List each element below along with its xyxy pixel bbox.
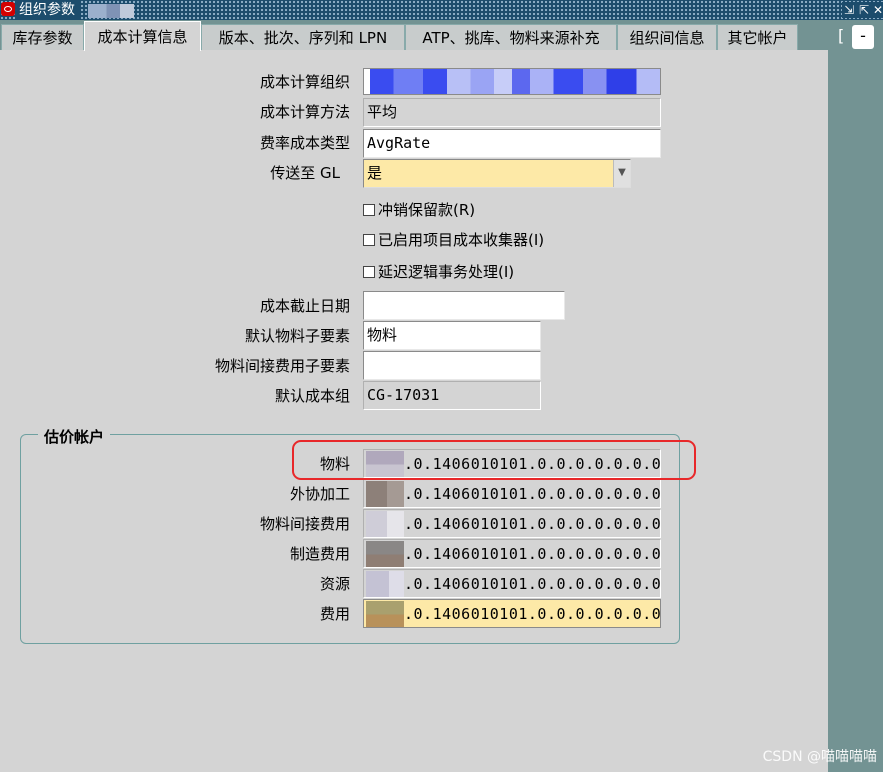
acct-field-material-overhead[interactable]: .0.1406010101.0.0.0.0.0.0.0 xyxy=(363,509,661,538)
redacted-segment xyxy=(366,601,404,627)
watermark: CSDN @喵喵喵喵 xyxy=(762,749,877,765)
project-cost-collector-checkbox[interactable]: 已启用项目成本收集器(I) xyxy=(363,230,544,250)
material-subelement-field[interactable]: 物料 xyxy=(363,321,541,350)
cost-method-field[interactable]: 平均 xyxy=(363,98,661,127)
checkbox-icon[interactable] xyxy=(363,204,375,216)
cost-method-label: 成本计算方法 xyxy=(259,103,350,121)
tab-costing[interactable]: 成本计算信息 xyxy=(84,21,201,51)
title-redacted xyxy=(88,4,134,18)
cost-org-field[interactable] xyxy=(363,68,661,95)
transfer-gl-value: 是 xyxy=(367,164,383,182)
close-icon[interactable]: ✕ xyxy=(871,2,883,18)
minimize-icon[interactable]: ⇲ xyxy=(842,2,856,18)
tab-list-button[interactable]: - xyxy=(852,25,874,49)
redacted-segment xyxy=(366,541,404,567)
acct-value: .0.1406010101.0.0.0.0.0.0.0 xyxy=(404,515,661,533)
project-cost-collector-label: 已启用项目成本收集器(I) xyxy=(378,231,545,249)
acct-label-overhead: 制造费用 xyxy=(289,545,350,563)
acct-field-outside-processing[interactable]: .0.1406010101.0.0.0.0.0.0.0 xyxy=(363,479,661,508)
tab-other-accounts[interactable]: 其它帐户 xyxy=(717,24,798,50)
acct-label-outside-processing: 外协加工 xyxy=(289,485,350,503)
acct-label-resource: 资源 xyxy=(319,575,350,593)
checkbox-icon[interactable] xyxy=(363,234,375,246)
cutoff-date-field[interactable] xyxy=(363,291,565,320)
cost-group-field[interactable]: CG-17031 xyxy=(363,381,541,410)
acct-field-overhead[interactable]: .0.1406010101.0.0.0.0.0.0.0 xyxy=(363,539,661,568)
cutoff-date-label: 成本截止日期 xyxy=(259,297,350,315)
valuation-accounts-title: 估价帐户 xyxy=(38,426,111,447)
defer-logical-txn-label: 延迟逻辑事务处理(I) xyxy=(378,263,515,281)
tab-scroll-bracket: [ xyxy=(838,26,845,45)
cost-group-label: 默认成本组 xyxy=(274,387,350,405)
rate-type-field[interactable]: AvgRate xyxy=(363,129,661,158)
cost-org-label: 成本计算组织 xyxy=(259,73,350,91)
tab-inventory[interactable]: 库存参数 xyxy=(1,24,84,50)
acct-value: .0.1406010101.0.0.0.0.0.0.0 xyxy=(404,605,661,623)
acct-field-expense[interactable]: .0.1406010101.0.0.0.0.0.0.0 xyxy=(363,599,661,628)
rate-type-label: 费率成本类型 xyxy=(259,134,350,152)
defer-logical-txn-checkbox[interactable]: 延迟逻辑事务处理(I) xyxy=(363,262,514,282)
tab-interorg[interactable]: 组织间信息 xyxy=(617,24,717,50)
acct-value: .0.1406010101.0.0.0.0.0.0.0 xyxy=(404,545,661,563)
tab-revision-lot-serial[interactable]: 版本、批次、序列和 LPN xyxy=(201,24,405,50)
redacted-segment xyxy=(366,511,404,537)
restore-icon[interactable]: ⇱ xyxy=(857,2,871,18)
side-strip xyxy=(828,50,883,772)
reverse-encumbrance-checkbox[interactable]: 冲销保留款(R) xyxy=(363,200,475,220)
tab-atp-picking[interactable]: ATP、挑库、物料来源补充 xyxy=(405,24,617,50)
redacted-segment xyxy=(366,481,404,507)
window-title: 组织参数 xyxy=(17,0,81,20)
acct-value: .0.1406010101.0.0.0.0.0.0.0 xyxy=(404,485,661,503)
transfer-gl-label: 传送至 GL xyxy=(270,164,340,182)
acct-field-resource[interactable]: .0.1406010101.0.0.0.0.0.0.0 xyxy=(363,569,661,598)
material-subelement-label: 默认物料子要素 xyxy=(244,327,350,345)
reverse-encumbrance-label: 冲销保留款(R) xyxy=(378,201,476,219)
checkbox-icon[interactable] xyxy=(363,266,375,278)
redacted-segment xyxy=(366,571,404,597)
dropdown-arrow-icon[interactable]: ▼ xyxy=(613,160,630,187)
overhead-subelement-label: 物料间接费用子要素 xyxy=(214,357,350,375)
transfer-gl-select[interactable]: 是 ▼ xyxy=(363,159,631,188)
annotation-highlight xyxy=(292,440,696,480)
acct-label-expense: 费用 xyxy=(319,605,350,623)
oracle-icon xyxy=(1,2,15,16)
acct-value: .0.1406010101.0.0.0.0.0.0.0 xyxy=(404,575,661,593)
overhead-subelement-field[interactable] xyxy=(363,351,541,380)
acct-label-material-overhead: 物料间接费用 xyxy=(259,515,350,533)
